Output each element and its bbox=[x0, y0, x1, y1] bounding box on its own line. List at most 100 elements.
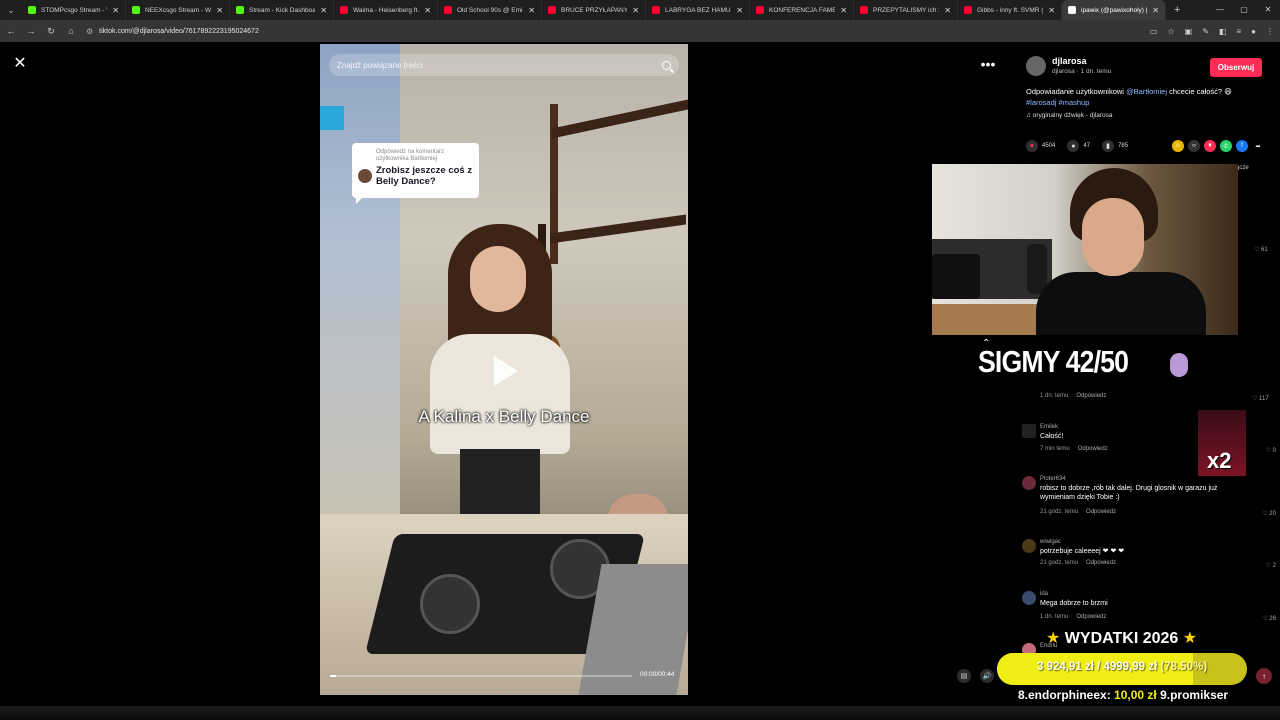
bookmark-star-icon[interactable]: ☆ bbox=[1167, 27, 1174, 36]
related-search-input[interactable]: Znajdź powiązane treści bbox=[329, 54, 679, 76]
video-progress-bar[interactable] bbox=[330, 675, 632, 677]
tab-close-icon[interactable]: ✕ bbox=[112, 6, 119, 15]
whatsapp-icon[interactable]: ✆ bbox=[1220, 140, 1232, 152]
browser-tab[interactable]: PRZEPYTALIŚMY ich z mu ✕ bbox=[854, 0, 958, 20]
comment-username[interactable]: Pioter634 bbox=[1040, 476, 1066, 482]
send-icon[interactable]: ▼ bbox=[1204, 140, 1216, 152]
tab-close-icon[interactable]: ✕ bbox=[216, 6, 223, 15]
browser-menu-icon[interactable]: ⋮ bbox=[1266, 27, 1274, 36]
expenses-goal-text: 3 924,91 zł / 4999,99 zł (78.50%) bbox=[1036, 661, 1208, 673]
forward-icon[interactable]: → bbox=[26, 26, 36, 36]
author-avatar[interactable] bbox=[1026, 56, 1046, 76]
site-info-icon[interactable]: ⚙ bbox=[86, 27, 93, 36]
reload-icon[interactable]: ↻ bbox=[46, 26, 56, 37]
emote-icon bbox=[1170, 353, 1188, 377]
embed-icon[interactable]: ‹› bbox=[1188, 140, 1200, 152]
avatar[interactable] bbox=[1022, 476, 1036, 490]
tab-close-icon[interactable]: ✕ bbox=[320, 6, 327, 15]
browser-tab[interactable]: BRUCE PRZYŁAPANY OFF ✕ bbox=[542, 0, 646, 20]
search-icon[interactable] bbox=[662, 60, 671, 70]
author-info[interactable]: djlarosa djlarosa · 1 dn. temu bbox=[1026, 56, 1111, 76]
tab-groups-icon[interactable]: ≡ bbox=[1236, 27, 1241, 36]
browser-tab[interactable]: NEEXcsgo Stream - Watcl ✕ bbox=[126, 0, 230, 20]
share-sticker-icon[interactable]: ☺ bbox=[1172, 140, 1184, 152]
tab-favicon-icon bbox=[756, 6, 764, 14]
browser-tab[interactable]: KONFERENCJA FAME 30 | ✕ bbox=[750, 0, 854, 20]
browser-tab[interactable]: Old School 90s @ Eminer ✕ bbox=[438, 0, 542, 20]
sound-link[interactable]: ♫ oryginalny dźwięk - djlarosa bbox=[1026, 112, 1113, 119]
browser-tab[interactable]: Gibbs - inny ft. SVMR (pr ✕ bbox=[958, 0, 1062, 20]
facebook-icon[interactable]: f bbox=[1236, 140, 1248, 152]
install-icon[interactable]: ▭ bbox=[1150, 27, 1158, 36]
comment-meta: 7 min temu Odpowiedz bbox=[1040, 446, 1108, 452]
avatar[interactable] bbox=[1022, 424, 1036, 438]
close-window-icon[interactable]: ✕ bbox=[1256, 0, 1280, 20]
tab-favicon-icon bbox=[860, 6, 868, 14]
scroll-to-top-icon[interactable]: ↑ bbox=[1256, 668, 1272, 684]
stats-row: ♥ 4504 ● 47 ▮ 785 bbox=[1026, 140, 1128, 152]
comment-like-count[interactable]: ♡ 0 bbox=[1266, 447, 1276, 454]
new-tab-button[interactable]: + bbox=[1166, 4, 1188, 16]
browser-tabbar: ⌄ STOMPcsgo Stream - Wat:✕NEEXcsgo Strea… bbox=[0, 0, 1280, 20]
browser-tab[interactable]: Waima - Heisenberg ft. B ✕ bbox=[334, 0, 438, 20]
video-time: 00:00/00:44 bbox=[640, 671, 675, 678]
minimize-icon[interactable]: — bbox=[1208, 0, 1232, 20]
browser-tab[interactable]: ipawix (@pawixoholy) | Ti ✕ bbox=[1062, 0, 1166, 20]
reply-link[interactable]: Odpowiedz bbox=[1086, 560, 1116, 566]
reply-link[interactable]: Odpowiedz bbox=[1086, 509, 1116, 515]
tab-title: ipawix (@pawixoholy) | Ti bbox=[1081, 6, 1148, 14]
tab-title: NEEXcsgo Stream - Watcl bbox=[145, 6, 211, 14]
tab-search-icon[interactable]: ⌄ bbox=[0, 0, 22, 20]
like-count: 4504 bbox=[1042, 143, 1056, 149]
desc-mention-link[interactable]: @Bartłomiej bbox=[1126, 87, 1167, 96]
tab-title: LABRYGA BEZ HAMULCÓ bbox=[665, 6, 731, 14]
tab-close-icon[interactable]: ✕ bbox=[1048, 6, 1055, 15]
maximize-icon[interactable]: ▢ bbox=[1232, 0, 1256, 20]
tab-close-icon[interactable]: ✕ bbox=[528, 6, 535, 15]
close-video-icon[interactable]: ✕ bbox=[10, 54, 30, 74]
play-icon[interactable] bbox=[494, 356, 518, 386]
tab-close-icon[interactable]: ✕ bbox=[1152, 6, 1159, 15]
star-icon: ★ bbox=[1046, 630, 1061, 647]
comment-like-count[interactable]: ♡ 26 bbox=[1262, 615, 1276, 622]
tab-close-icon[interactable]: ✕ bbox=[736, 6, 743, 15]
comment-like-count[interactable]: ♡ 20 bbox=[1262, 510, 1276, 517]
browser-tab[interactable]: LABRYGA BEZ HAMULCÓ ✕ bbox=[646, 0, 750, 20]
reply-link[interactable]: Odpowiedz bbox=[1076, 614, 1106, 620]
back-icon[interactable]: ← bbox=[6, 26, 16, 36]
tab-close-icon[interactable]: ✕ bbox=[944, 6, 951, 15]
save-button[interactable]: ▮ 785 bbox=[1102, 140, 1128, 152]
tab-close-icon[interactable]: ✕ bbox=[840, 6, 847, 15]
hashtag-links[interactable]: #larosadj #mashup bbox=[1026, 98, 1089, 107]
avatar[interactable] bbox=[1022, 591, 1036, 605]
more-options-icon[interactable]: ••• bbox=[978, 55, 998, 73]
comment-like-count[interactable]: ♡ 2 bbox=[1266, 562, 1276, 569]
extension-icon-2[interactable]: ✎ bbox=[1202, 27, 1209, 36]
tab-close-icon[interactable]: ✕ bbox=[632, 6, 639, 15]
tab-title: Old School 90s @ Eminer bbox=[457, 6, 523, 14]
extensions-puzzle-icon[interactable]: ◧ bbox=[1219, 27, 1227, 36]
comment-username[interactable]: wiwigac bbox=[1040, 539, 1061, 545]
volume-icon[interactable]: 🔊 bbox=[980, 669, 994, 683]
comment-username[interactable]: ida bbox=[1040, 591, 1048, 597]
avatar[interactable] bbox=[1022, 539, 1036, 553]
home-icon[interactable]: ⌂ bbox=[66, 26, 76, 36]
reply-link[interactable]: Odpowiedz bbox=[1078, 446, 1108, 452]
author-name[interactable]: djlarosa bbox=[1052, 56, 1111, 66]
browser-tab[interactable]: STOMPcsgo Stream - Wat: ✕ bbox=[22, 0, 126, 20]
bookmark-icon: ▮ bbox=[1102, 140, 1115, 152]
comment-like-count[interactable]: ♡ 117 bbox=[1252, 395, 1269, 402]
profile-icon[interactable]: ● bbox=[1251, 27, 1256, 36]
extension-icon[interactable]: ▣ bbox=[1185, 27, 1193, 36]
comment-like-count[interactable]: ♡ 61 bbox=[1254, 246, 1268, 253]
captions-icon[interactable]: ▤ bbox=[957, 669, 971, 683]
share-arrow-icon[interactable]: ➦ bbox=[1252, 140, 1264, 152]
follow-button[interactable]: Obserwuj bbox=[1210, 58, 1262, 77]
reply-link[interactable]: Odpowiedz bbox=[1076, 393, 1106, 399]
tab-close-icon[interactable]: ✕ bbox=[424, 6, 431, 15]
comment-username[interactable]: Emilek bbox=[1040, 424, 1058, 430]
url-field[interactable]: ⚙ tiktok.com/@djlarosa/video/76178922231… bbox=[86, 27, 259, 36]
browser-tab[interactable]: Stream - Kick Dashboard ✕ bbox=[230, 0, 334, 20]
comment-button[interactable]: ● 47 bbox=[1067, 140, 1090, 152]
like-button[interactable]: ♥ 4504 bbox=[1026, 140, 1055, 152]
